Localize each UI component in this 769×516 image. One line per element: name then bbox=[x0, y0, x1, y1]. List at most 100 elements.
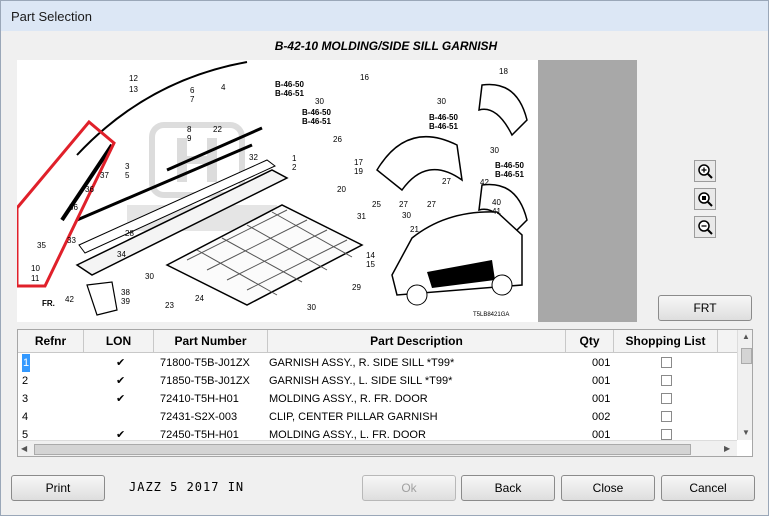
svg-text:36: 36 bbox=[85, 185, 94, 194]
svg-text:36: 36 bbox=[69, 203, 78, 212]
row-part-number: 72410-T5H-H01 bbox=[160, 393, 239, 405]
callout-13: 13 bbox=[129, 85, 138, 94]
svg-text:5: 5 bbox=[125, 171, 130, 180]
svg-text:4: 4 bbox=[221, 83, 226, 92]
svg-text:18: 18 bbox=[499, 67, 508, 76]
row-description: MOLDING ASSY., R. FR. DOOR bbox=[269, 393, 428, 405]
svg-text:30: 30 bbox=[402, 211, 411, 220]
lon-check-icon: ✔ bbox=[116, 393, 126, 405]
svg-text:30: 30 bbox=[145, 272, 154, 281]
zoom-in-icon bbox=[698, 164, 713, 179]
svg-text:42: 42 bbox=[65, 295, 74, 304]
svg-text:41: 41 bbox=[492, 207, 501, 216]
table-row[interactable]: 2 ✔ 71850-T5B-J01ZX GARNISH ASSY., L. SI… bbox=[18, 372, 738, 390]
svg-text:B-46-51: B-46-51 bbox=[275, 89, 304, 98]
row-part-number: 71850-T5B-J01ZX bbox=[160, 375, 250, 387]
svg-text:38: 38 bbox=[121, 288, 130, 297]
row-description: GARNISH ASSY., L. SIDE SILL *T99* bbox=[269, 375, 453, 387]
svg-text:30: 30 bbox=[490, 146, 499, 155]
shopping-list-checkbox[interactable] bbox=[661, 357, 672, 368]
svg-text:6: 6 bbox=[190, 86, 195, 95]
svg-text:40: 40 bbox=[492, 198, 501, 207]
svg-text:B-46-50: B-46-50 bbox=[275, 80, 304, 89]
print-button[interactable]: Print bbox=[11, 475, 105, 501]
svg-text:B-46-50: B-46-50 bbox=[495, 161, 524, 170]
svg-text:20: 20 bbox=[337, 185, 346, 194]
parts-diagram[interactable]: 12 13 67 89 12 35 37 36 36 35 10 11 28 33 34… bbox=[17, 60, 637, 322]
row-refnr: 3 bbox=[22, 393, 29, 405]
parts-diagram-drawing: 12 13 67 89 12 35 37 36 36 35 1011 28 33 34… bbox=[17, 60, 637, 322]
horizontal-scrollbar[interactable]: ◀ ▶ bbox=[18, 440, 737, 456]
diagram-title: B-42-10 MOLDING/SIDE SILL GARNISH bbox=[274, 39, 498, 53]
svg-text:B-46-51: B-46-51 bbox=[429, 122, 458, 131]
svg-text:39: 39 bbox=[121, 297, 130, 306]
col-qty[interactable]: Qty bbox=[566, 330, 614, 352]
svg-text:B-46-51: B-46-51 bbox=[302, 117, 331, 126]
col-part-number[interactable]: Part Number bbox=[154, 330, 268, 352]
svg-text:33: 33 bbox=[67, 236, 76, 245]
col-shopping-list[interactable]: Shopping List bbox=[614, 330, 718, 352]
shopping-list-checkbox[interactable] bbox=[661, 393, 672, 404]
shopping-list-checkbox[interactable] bbox=[661, 429, 672, 440]
svg-text:29: 29 bbox=[352, 283, 361, 292]
svg-text:B-46-50: B-46-50 bbox=[429, 113, 458, 122]
row-part-number: 71800-T5B-J01ZX bbox=[160, 357, 250, 369]
front-marker: FR. bbox=[42, 299, 55, 308]
svg-text:19: 19 bbox=[354, 167, 363, 176]
col-part-description[interactable]: Part Description bbox=[268, 330, 566, 352]
svg-text:42: 42 bbox=[480, 178, 489, 187]
col-lon[interactable]: LON bbox=[84, 330, 154, 352]
roof-molding-line bbox=[76, 61, 248, 156]
shopping-list-checkbox[interactable] bbox=[661, 411, 672, 422]
svg-text:2: 2 bbox=[292, 163, 297, 172]
row-qty: 001 bbox=[592, 375, 611, 387]
shopping-list-checkbox[interactable] bbox=[661, 375, 672, 386]
table-row[interactable]: 4 72431-S2X-003 CLIP, CENTER PILLAR GARN… bbox=[18, 408, 738, 426]
svg-text:30: 30 bbox=[307, 303, 316, 312]
ok-button[interactable]: Ok bbox=[362, 475, 456, 501]
vertical-scrollbar[interactable]: ▲ ▼ bbox=[737, 330, 752, 440]
svg-text:37: 37 bbox=[100, 171, 109, 180]
zoom-in-button[interactable] bbox=[694, 160, 716, 182]
svg-text:28: 28 bbox=[125, 229, 134, 238]
back-button[interactable]: Back bbox=[461, 475, 555, 501]
col-refnr[interactable]: Refnr bbox=[18, 330, 84, 352]
diagram-side-panel bbox=[538, 60, 637, 322]
zoom-out-button[interactable] bbox=[694, 216, 716, 238]
svg-text:16: 16 bbox=[360, 73, 369, 82]
close-button[interactable]: Close bbox=[561, 475, 655, 501]
lon-check-icon: ✔ bbox=[116, 357, 126, 369]
scroll-left-icon[interactable]: ◀ bbox=[21, 444, 27, 453]
scroll-up-icon[interactable]: ▲ bbox=[742, 332, 750, 341]
zoom-out-icon bbox=[698, 220, 713, 235]
table-header: Refnr LON Part Number Part Description Q… bbox=[18, 330, 738, 353]
svg-text:25: 25 bbox=[372, 200, 381, 209]
scroll-right-icon[interactable]: ▶ bbox=[724, 444, 730, 453]
frt-button[interactable]: FRT bbox=[658, 295, 752, 321]
svg-text:27: 27 bbox=[427, 200, 436, 209]
callout-12: 12 bbox=[129, 74, 138, 83]
window-title: Part Selection bbox=[11, 9, 92, 24]
svg-text:35: 35 bbox=[37, 241, 46, 250]
cancel-button[interactable]: Cancel bbox=[661, 475, 755, 501]
horizontal-scroll-thumb[interactable] bbox=[34, 444, 691, 455]
row-part-number: 72431-S2X-003 bbox=[160, 411, 238, 423]
vehicle-status: JAZZ 5 2017 IN bbox=[129, 480, 245, 494]
row-description: GARNISH ASSY., R. SIDE SILL *T99* bbox=[269, 357, 455, 369]
vertical-scroll-thumb[interactable] bbox=[741, 348, 752, 364]
row-refnr: 4 bbox=[22, 411, 29, 423]
table-row[interactable]: 3 ✔ 72410-T5H-H01 MOLDING ASSY., R. FR. … bbox=[18, 390, 738, 408]
scroll-down-icon[interactable]: ▼ bbox=[742, 428, 750, 437]
svg-text:B-46-51: B-46-51 bbox=[495, 170, 524, 179]
parts-table: Refnr LON Part Number Part Description Q… bbox=[17, 329, 753, 457]
lon-check-icon: ✔ bbox=[116, 375, 126, 387]
row-description: CLIP, CENTER PILLAR GARNISH bbox=[269, 411, 438, 423]
svg-text:9: 9 bbox=[187, 134, 192, 143]
zoom-fit-button[interactable] bbox=[694, 188, 716, 210]
table-row[interactable]: 1 ✔ 71800-T5B-J01ZX GARNISH ASSY., R. SI… bbox=[18, 354, 738, 372]
svg-text:30: 30 bbox=[437, 97, 446, 106]
svg-text:34: 34 bbox=[117, 250, 126, 259]
svg-text:7: 7 bbox=[190, 95, 195, 104]
svg-text:17: 17 bbox=[354, 158, 363, 167]
row-qty: 001 bbox=[592, 357, 611, 369]
